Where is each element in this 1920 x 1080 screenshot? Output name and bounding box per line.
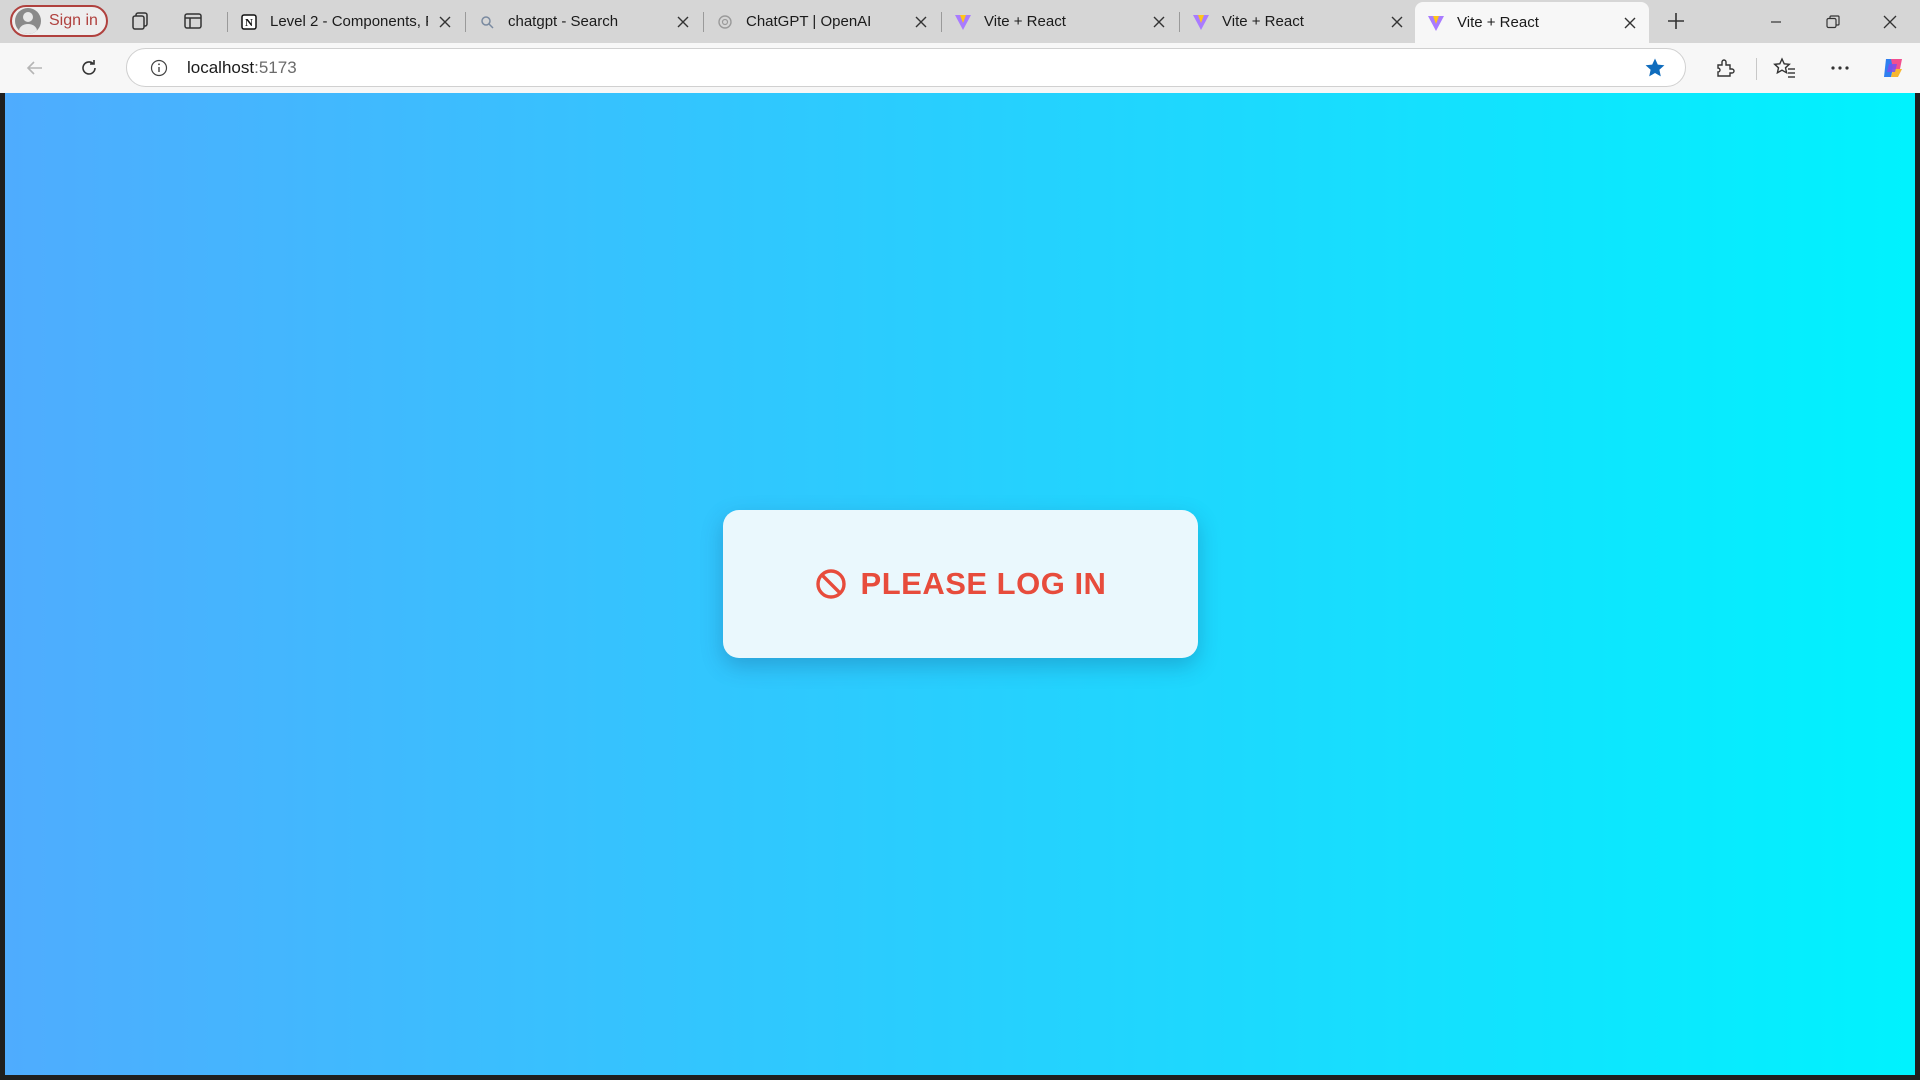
back-icon[interactable] [20, 53, 50, 83]
address-bar[interactable]: localhost:5173 [126, 48, 1686, 87]
tab-title: chatgpt - Search [508, 13, 619, 30]
tab-vite-react-1[interactable]: Vite + React [942, 4, 1178, 39]
close-tab-icon[interactable] [912, 13, 930, 31]
prohibited-icon [815, 568, 847, 600]
minimize-icon[interactable] [1748, 0, 1804, 43]
refresh-icon[interactable] [74, 53, 104, 83]
browser-toolbar: localhost:5173 [0, 43, 1920, 93]
tab-title: Level 2 - Components, P [270, 13, 428, 30]
restore-icon[interactable] [1805, 0, 1861, 43]
profile-avatar-icon [15, 8, 41, 34]
svg-text:N: N [245, 17, 253, 29]
close-window-icon[interactable] [1862, 0, 1918, 43]
login-required-card: PLEASE LOG IN [723, 510, 1198, 658]
close-tab-icon[interactable] [674, 13, 692, 31]
search-icon [478, 13, 496, 31]
tab-notion[interactable]: N Level 2 - Components, P [228, 4, 464, 39]
tab-chatgpt[interactable]: ChatGPT | OpenAI [704, 4, 940, 39]
notion-icon: N [240, 13, 258, 31]
vite-icon [1192, 13, 1210, 31]
workspaces-icon[interactable] [129, 9, 153, 33]
vite-icon [1427, 14, 1445, 32]
url-host: localhost [187, 57, 255, 77]
close-tab-icon[interactable] [436, 13, 454, 31]
tab-vite-react-active[interactable]: Vite + React [1415, 2, 1649, 43]
vite-icon [954, 13, 972, 31]
url-port: :5173 [254, 57, 297, 77]
extensions-icon[interactable] [1710, 53, 1740, 83]
sign-in-button[interactable]: Sign in [10, 5, 108, 37]
tab-title: Vite + React [1457, 14, 1539, 31]
close-tab-icon[interactable] [1388, 13, 1406, 31]
new-tab-icon[interactable] [1664, 9, 1688, 33]
openai-icon [716, 13, 734, 31]
tab-title: Vite + React [984, 13, 1066, 30]
page-viewport: PLEASE LOG IN [5, 93, 1915, 1075]
tab-actions-icon[interactable] [181, 9, 205, 33]
more-options-icon[interactable] [1825, 53, 1855, 83]
tab-search[interactable]: chatgpt - Search [466, 4, 702, 39]
tab-vite-react-2[interactable]: Vite + React [1180, 4, 1416, 39]
tab-strip: Sign in N Level 2 - Components, P chatgp… [0, 0, 1920, 43]
site-info-icon[interactable] [147, 56, 171, 80]
favorites-icon[interactable] [1770, 53, 1800, 83]
close-tab-icon[interactable] [1621, 14, 1639, 32]
tab-title: ChatGPT | OpenAI [746, 13, 872, 30]
sign-in-label: Sign in [49, 12, 98, 29]
login-message: PLEASE LOG IN [860, 566, 1107, 601]
tab-title: Vite + React [1222, 13, 1304, 30]
copilot-icon[interactable] [1878, 53, 1908, 83]
favorite-star-icon[interactable] [1643, 56, 1667, 80]
close-tab-icon[interactable] [1150, 13, 1168, 31]
url-text: localhost:5173 [187, 58, 297, 78]
